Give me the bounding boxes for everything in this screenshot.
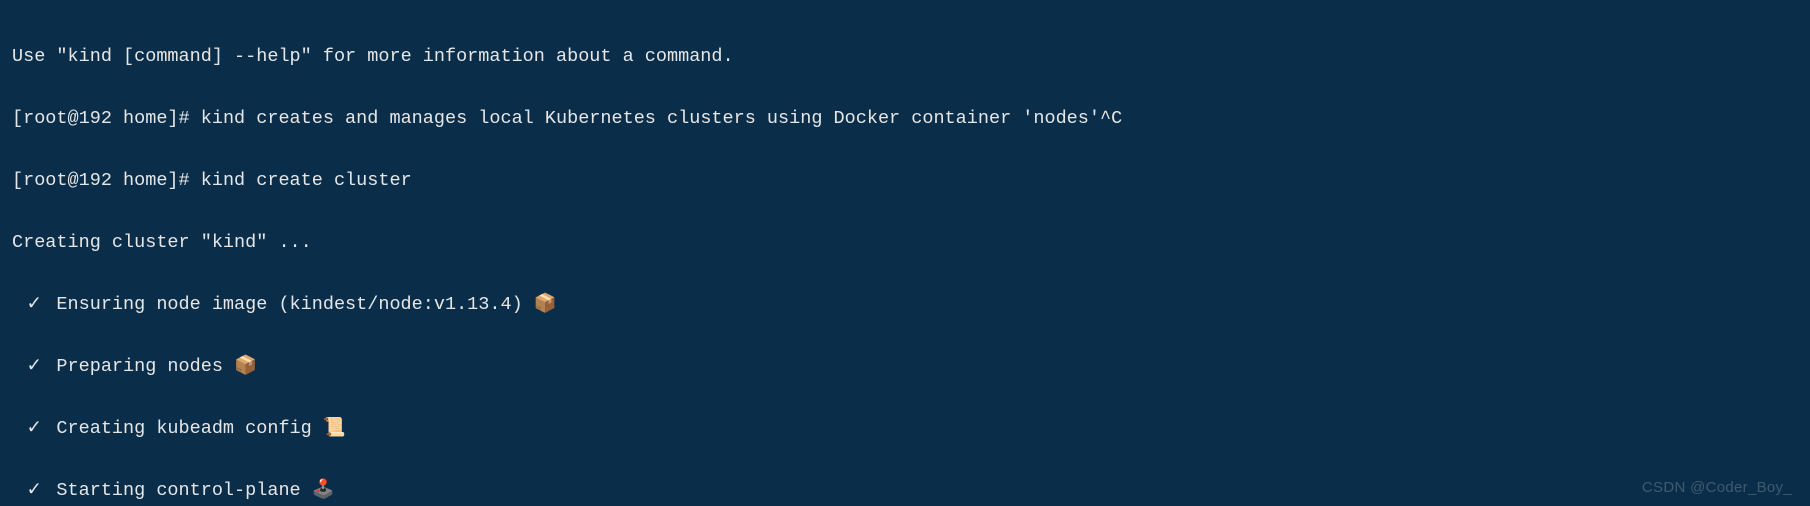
- step-text: Starting control-plane: [56, 480, 311, 501]
- step-text: Preparing nodes: [56, 356, 234, 377]
- command-line-2: [root@192 home]# kind create cluster: [12, 165, 1798, 196]
- command-text: kind create cluster: [201, 170, 412, 191]
- step-preparing-nodes: ✓ Preparing nodes 📦: [12, 351, 1798, 382]
- check-icon: ✓: [23, 413, 45, 444]
- terminal-output[interactable]: Use "kind [command] --help" for more inf…: [0, 0, 1810, 506]
- package-icon: 📦: [534, 294, 554, 315]
- step-ensuring-node-image: ✓ Ensuring node image (kindest/node:v1.1…: [12, 289, 1798, 320]
- help-text: Use "kind [command] --help" for more inf…: [12, 41, 1798, 72]
- scroll-icon: 📜: [323, 418, 343, 439]
- step-text: Ensuring node image (kindest/node:v1.13.…: [56, 294, 533, 315]
- check-icon: ✓: [23, 475, 45, 506]
- step-starting-control-plane: ✓ Starting control-plane 🕹️: [12, 475, 1798, 506]
- package-icon: 📦: [234, 356, 254, 377]
- command-text: kind creates and manages local Kubernete…: [201, 108, 1122, 129]
- prompt: [root@192 home]#: [12, 108, 201, 129]
- creating-cluster: Creating cluster "kind" ...: [12, 227, 1798, 258]
- prompt: [root@192 home]#: [12, 170, 201, 191]
- check-icon: ✓: [23, 289, 45, 320]
- controller-icon: 🕹️: [312, 480, 332, 501]
- step-text: Creating kubeadm config: [56, 418, 322, 439]
- watermark-text: CSDN @Coder_Boy_: [1642, 479, 1792, 496]
- check-icon: ✓: [23, 351, 45, 382]
- step-creating-kubeadm-config: ✓ Creating kubeadm config 📜: [12, 413, 1798, 444]
- command-line-1: [root@192 home]# kind creates and manage…: [12, 103, 1798, 134]
